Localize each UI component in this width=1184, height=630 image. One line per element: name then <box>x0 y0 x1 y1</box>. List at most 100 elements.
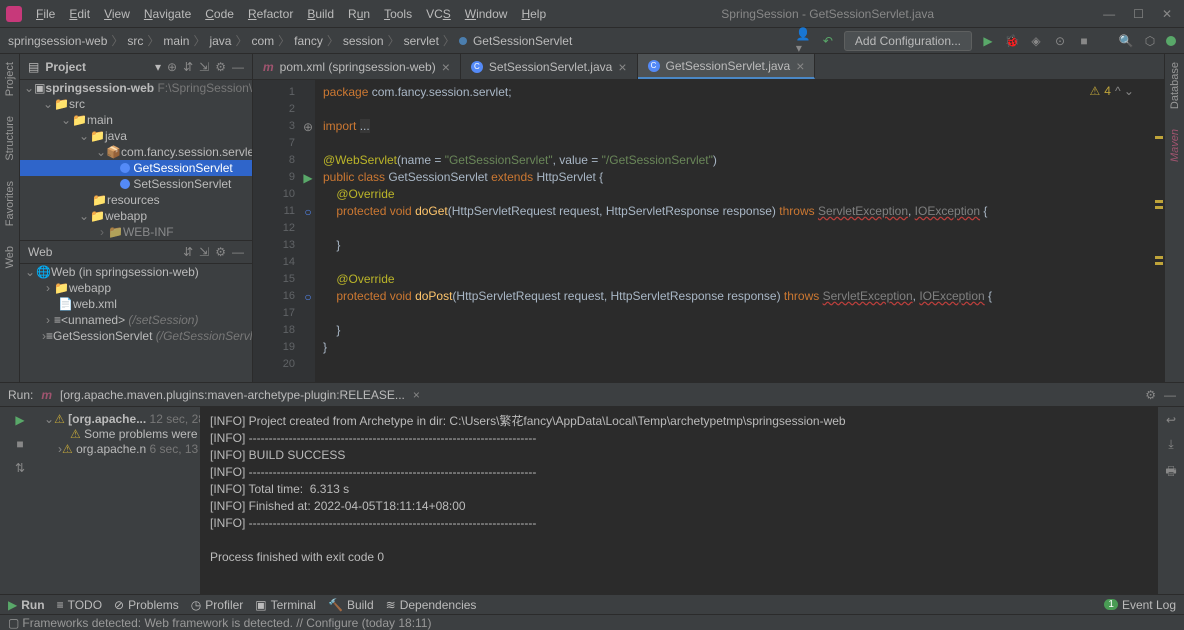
hide-icon[interactable]: ― <box>1164 388 1176 402</box>
menu-run[interactable]: Run <box>342 5 376 23</box>
maximize-button[interactable]: ☐ <box>1133 7 1144 21</box>
menu-edit[interactable]: Edit <box>63 5 96 23</box>
updates-icon[interactable] <box>1166 36 1176 46</box>
web-title[interactable]: Web <box>28 245 52 259</box>
status-icon[interactable]: ▢ <box>8 616 19 630</box>
run-icon[interactable]: ▶ <box>980 33 996 49</box>
rail-project[interactable]: Project <box>4 62 16 96</box>
tree-file-setsession[interactable]: SetSessionServlet <box>133 177 231 191</box>
web-tree-servlet[interactable]: GetSessionServlet <box>53 329 152 343</box>
menu-file[interactable]: File <box>30 5 61 23</box>
close-icon[interactable]: × <box>618 59 626 75</box>
bottom-run[interactable]: ▶Run <box>8 598 45 612</box>
menu-vcs[interactable]: VCS <box>420 5 457 23</box>
menu-window[interactable]: Window <box>459 5 514 23</box>
minimize-button[interactable]: ― <box>1103 7 1115 21</box>
web-tree-unnamed[interactable]: <unnamed> <box>61 313 125 327</box>
web-tree-webxml[interactable]: web.xml <box>73 297 117 311</box>
crumb-root[interactable]: springsession-web <box>8 34 107 48</box>
web-tree-webapp[interactable]: webapp <box>69 281 111 295</box>
stop-icon[interactable]: ■ <box>1076 33 1092 49</box>
status-text[interactable]: Frameworks detected: Web framework is de… <box>22 616 431 630</box>
crumb-class[interactable]: GetSessionServlet <box>473 34 572 48</box>
tree-webapp[interactable]: webapp <box>105 209 147 223</box>
rail-database[interactable]: Database <box>1169 62 1181 109</box>
override-icon[interactable]: ○ <box>301 203 315 220</box>
run-tree-item[interactable]: [org.apache... <box>68 412 146 426</box>
override-icon[interactable]: ○ <box>301 288 315 305</box>
tab-getsession[interactable]: CGetSessionServlet.java× <box>638 54 816 79</box>
debug-icon[interactable]: 🐞 <box>1004 33 1020 49</box>
crumb-main[interactable]: main <box>163 34 189 48</box>
tree-file-getsession[interactable]: GetSessionServlet <box>133 161 232 175</box>
print-icon[interactable]: 🖶 <box>1165 462 1176 483</box>
web-tree-root[interactable]: Web (in springsession-web) <box>51 265 199 279</box>
menu-navigate[interactable]: Navigate <box>138 5 197 23</box>
tab-pom[interactable]: mpom.xml (springsession-web)× <box>253 54 461 79</box>
crumb-session[interactable]: session <box>343 34 384 48</box>
hide-icon[interactable]: ― <box>232 60 244 74</box>
tree-java[interactable]: java <box>105 129 127 143</box>
console-output[interactable]: [INFO] Project created from Archetype in… <box>200 407 1158 594</box>
rail-maven[interactable]: Maven <box>1169 129 1181 162</box>
run-tree[interactable]: ⌄⚠ [org.apache... 12 sec, 289 ms ⚠ Some … <box>40 407 200 594</box>
rail-web[interactable]: Web <box>4 246 16 268</box>
bottom-deps[interactable]: ≋ Dependencies <box>386 598 477 612</box>
run-gutter-icon[interactable]: ▶ <box>301 169 315 186</box>
run-config-name[interactable]: [org.apache.maven.plugins:maven-archetyp… <box>60 388 405 402</box>
profile-icon[interactable]: ⊙ <box>1052 33 1068 49</box>
crumb-fancy[interactable]: fancy <box>294 34 323 48</box>
menu-build[interactable]: Build <box>301 5 340 23</box>
bottom-terminal[interactable]: ▣ Terminal <box>255 598 316 612</box>
crumb-servlet[interactable]: servlet <box>404 34 439 48</box>
dropdown-icon[interactable]: ▾ <box>155 60 161 74</box>
close-icon[interactable]: × <box>442 59 450 75</box>
back-icon[interactable]: ↶ <box>820 33 836 49</box>
user-icon[interactable]: 👤▾ <box>796 33 812 49</box>
project-tree[interactable]: ⌄▣ springsession-web F:\SpringSession\sp… <box>20 80 252 240</box>
rail-structure[interactable]: Structure <box>4 116 16 161</box>
close-icon[interactable]: × <box>413 388 420 402</box>
web-tree[interactable]: ⌄🌐 Web (in springsession-web) ›📁 webapp … <box>20 264 252 344</box>
close-button[interactable]: ✕ <box>1162 7 1172 21</box>
menu-help[interactable]: Help <box>515 5 552 23</box>
search-icon[interactable]: 🔍 <box>1118 33 1134 49</box>
crumb-com[interactable]: com <box>251 34 274 48</box>
stop-icon[interactable]: ■ <box>16 437 23 451</box>
bottom-event-log[interactable]: 1 Event Log <box>1104 598 1176 612</box>
settings-icon[interactable]: ⚙ <box>215 245 226 259</box>
soft-wrap-icon[interactable]: ↩ <box>1166 413 1176 427</box>
select-opened-icon[interactable]: ⊕ <box>167 60 177 74</box>
run-tree-item[interactable]: Some problems were en <box>84 427 200 441</box>
add-configuration-button[interactable]: Add Configuration... <box>844 31 972 51</box>
menu-view[interactable]: View <box>98 5 136 23</box>
crumb-java[interactable]: java <box>209 34 231 48</box>
settings-icon[interactable]: ⚙ <box>215 60 226 74</box>
tree-root[interactable]: springsession-web <box>45 81 154 95</box>
expand-icon[interactable]: ⇵ <box>183 245 193 259</box>
bottom-todo[interactable]: ≡ TODO <box>57 598 102 612</box>
filter-icon[interactable]: ⇅ <box>15 461 25 475</box>
rail-favorites[interactable]: Favorites <box>4 181 16 226</box>
scroll-end-icon[interactable]: ⤓ <box>1168 437 1173 452</box>
tab-setsession[interactable]: CSetSessionServlet.java× <box>461 54 638 79</box>
crumb-src[interactable]: src <box>127 34 143 48</box>
hide-icon[interactable]: ― <box>232 245 244 259</box>
close-icon[interactable]: × <box>796 58 804 74</box>
menu-refactor[interactable]: Refactor <box>242 5 299 23</box>
collapse-icon[interactable]: ⇲ <box>199 245 209 259</box>
tree-src[interactable]: src <box>69 97 85 111</box>
rerun-icon[interactable]: ▶ <box>15 413 24 427</box>
bottom-profiler[interactable]: ◷ Profiler <box>191 598 244 612</box>
settings-icon[interactable]: ⬡ <box>1142 33 1158 49</box>
menu-tools[interactable]: Tools <box>378 5 418 23</box>
run-tree-item[interactable]: org.apache.n <box>76 442 146 456</box>
collapse-icon[interactable]: ⇲ <box>199 60 209 74</box>
tree-main[interactable]: main <box>87 113 113 127</box>
bottom-problems[interactable]: ⊘ Problems <box>114 598 179 612</box>
bottom-build[interactable]: 🔨 Build <box>328 598 374 612</box>
inspection-badge[interactable]: ⚠4 ^ ⌄ <box>1090 84 1134 98</box>
tree-webinf[interactable]: WEB-INF <box>123 225 174 239</box>
tree-pkg[interactable]: com.fancy.session.servlet <box>121 145 252 159</box>
settings-icon[interactable]: ⚙ <box>1145 388 1156 402</box>
